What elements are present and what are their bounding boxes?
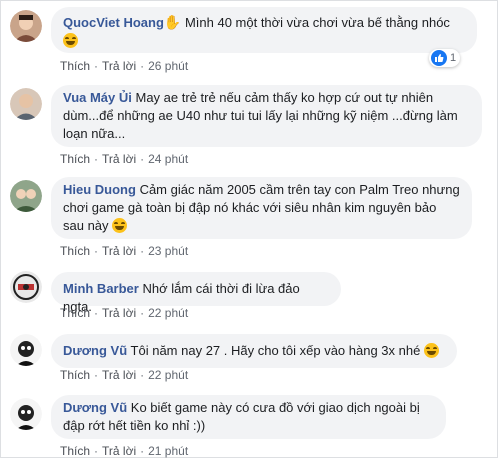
timestamp[interactable]: 21 phút [148, 444, 188, 458]
avatar[interactable] [10, 271, 42, 303]
reaction-count[interactable]: 1 [429, 49, 461, 67]
comment: Vua Máy Ủi May ae trẻ trẻ nếu cảm thấy k… [10, 85, 490, 166]
comment-bubble: Dương Vũ Ko biết game này có cưa đồ với … [51, 395, 446, 439]
author-name[interactable]: Minh Barber [63, 281, 139, 296]
like-link[interactable]: Thích [60, 152, 90, 166]
like-link[interactable]: Thích [60, 244, 90, 258]
comment-actions: Thích · Trả lời · 22 phút [60, 368, 189, 382]
author-name[interactable]: QuocViet Hoang [63, 15, 164, 30]
reply-link[interactable]: Trả lời [102, 444, 136, 458]
reply-link[interactable]: Trả lời [102, 152, 136, 166]
timestamp[interactable]: 23 phút [148, 244, 188, 258]
comment: Dương Vũ Ko biết game này có cưa đồ với … [10, 395, 490, 458]
comment-actions: Thích · Trả lời · 22 phút [60, 306, 189, 320]
like-link[interactable]: Thích [60, 444, 90, 458]
avatar[interactable] [10, 398, 42, 430]
smile-emoji-icon [63, 33, 78, 48]
like-link[interactable]: Thích [60, 306, 90, 320]
timestamp[interactable]: 24 phút [148, 152, 188, 166]
avatar[interactable] [10, 334, 42, 366]
reply-link[interactable]: Trả lời [102, 368, 136, 382]
comment-bubble: QuocViet Hoang✋ Mình 40 một thời vừa chơ… [51, 7, 477, 53]
thumbs-up-icon [431, 50, 447, 66]
comment: QuocViet Hoang✋ Mình 40 một thời vừa chơ… [10, 7, 490, 73]
laughing-emoji-icon [423, 343, 439, 358]
timestamp[interactable]: 22 phút [148, 306, 188, 320]
avatar[interactable] [10, 10, 42, 42]
author-name[interactable]: Hieu Duong [63, 182, 136, 197]
timestamp[interactable]: 22 phút [148, 368, 188, 382]
author-name[interactable]: Dương Vũ [63, 400, 127, 415]
avatar[interactable] [10, 180, 42, 212]
author-name[interactable]: Vua Máy Ủi [63, 90, 132, 105]
comment-actions: Thích · Trả lời · 23 phút [60, 244, 189, 258]
reaction-count-value: 1 [450, 52, 457, 64]
comment-actions: Thích · Trả lời · 26 phút [60, 59, 189, 73]
comment: Minh Barber Nhớ lắm cái thời đi lừa đảo … [10, 271, 490, 321]
comment: Hieu Duong Cảm giác năm 2005 cầm trên ta… [10, 177, 490, 259]
comment: Dương Vũ Tôi năm nay 27 . Hãy cho tôi xế… [10, 333, 490, 383]
like-link[interactable]: Thích [60, 59, 90, 73]
author-name[interactable]: Dương Vũ [63, 343, 127, 358]
comment-bubble: Dương Vũ Tôi năm nay 27 . Hãy cho tôi xế… [51, 334, 457, 368]
comment-text: Mình 40 một thời vừa chơi vừa bế thằng n… [184, 15, 450, 30]
wave-hand-icon: ✋ [163, 14, 182, 30]
timestamp[interactable]: 26 phút [148, 59, 188, 73]
comment-bubble: Hieu Duong Cảm giác năm 2005 cầm trên ta… [51, 177, 472, 239]
reply-link[interactable]: Trả lời [102, 306, 136, 320]
laughing-emoji-icon [112, 218, 128, 233]
avatar[interactable] [10, 88, 42, 120]
reply-link[interactable]: Trả lời [102, 244, 136, 258]
reply-link[interactable]: Trả lời [102, 59, 136, 73]
comment-actions: Thích · Trả lời · 24 phút [60, 152, 189, 166]
comment-text: Tôi năm nay 27 . Hãy cho tôi xếp vào hàn… [130, 343, 421, 358]
like-link[interactable]: Thích [60, 368, 90, 382]
comment-bubble: Vua Máy Ủi May ae trẻ trẻ nếu cảm thấy k… [51, 85, 482, 147]
comment-actions: Thích · Trả lời · 21 phút [60, 444, 189, 458]
comment-bubble: Minh Barber Nhớ lắm cái thời đi lừa đảo … [51, 272, 341, 314]
